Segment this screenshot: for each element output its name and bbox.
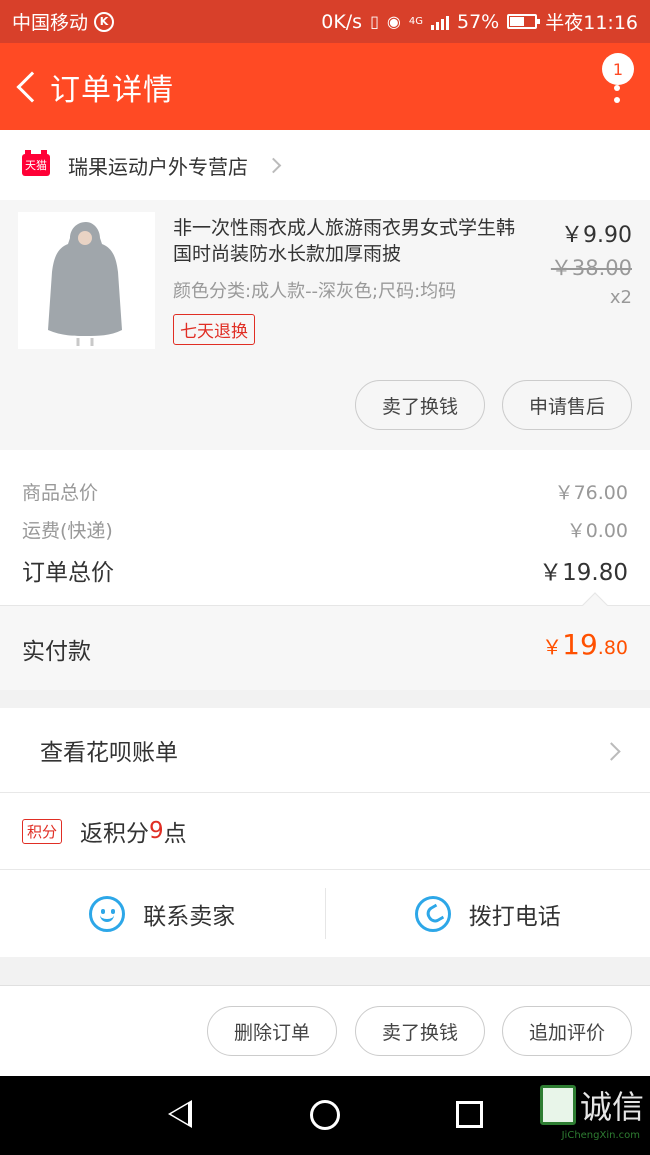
points-row: 积分 返积分 9 点 [0,793,650,870]
watermark-url: JiChengXin.com [561,1130,640,1141]
network-speed: 0K/s [321,10,363,33]
k-icon: K [94,11,115,32]
product-sku: 颜色分类:成人款--深灰色;尺码:均码 [173,281,457,302]
product-title[interactable]: 非一次性雨衣成人旅游雨衣男女式学生韩国时尚装防水长款加厚雨披 [173,215,528,267]
original-price: ￥38.00 [550,256,632,280]
order-item: 非一次性雨衣成人旅游雨衣男女式学生韩国时尚装防水长款加厚雨披 颜色分类:成人款-… [0,200,650,450]
watermark-text: 诚信 [579,1088,644,1126]
summary-row: 商品总价 ￥76.00 [22,478,628,505]
phone-icon [414,895,451,932]
points-prefix: 返积分 [80,821,150,847]
sell-button[interactable]: 卖了换钱 [355,1006,485,1056]
summary-label: 运费(快递) [22,520,113,542]
points-suffix: 点 [163,821,187,847]
after-sales-button[interactable]: 申请售后 [502,380,632,430]
raincoat-image [18,212,155,349]
paid-decimal: .80 [597,637,628,659]
delete-order-button[interactable]: 删除订单 [207,1006,337,1056]
battery-percent: 57% [457,10,500,33]
call-label: 拨打电话 [468,903,561,930]
product-price: ￥9.90 [561,223,632,248]
summary-value: ￥0.00 [566,520,628,542]
page-title: 订单详情 [50,72,174,108]
contact-row: 联系卖家 拨打电话 [0,870,650,957]
contact-seller-label: 联系卖家 [143,903,236,930]
clock: 半夜11:16 [545,12,638,34]
paid-currency: ￥ [542,635,563,659]
vibrate-icon: ▯ [370,12,379,31]
huabei-label: 查看花呗账单 [40,740,178,766]
store-name[interactable]: 瑞果运动户外专营店 [68,151,248,180]
carrier-label: 中国移动 [12,12,89,34]
battery-icon [507,14,541,29]
return-policy-tag: 七天退换 [173,314,255,345]
watermark: 诚信 [539,1082,644,1128]
points-number: 9 [149,818,164,844]
chat-smile-icon [89,895,126,932]
summary-row: 订单总价 ￥19.80 [22,553,628,587]
status-bar: 中国移动 K 0K/s ▯ ◉ 4G 57% 半夜11:16 [0,0,650,43]
paid-label: 实付款 [22,639,91,665]
tmall-icon: 天猫 [22,150,50,176]
summary-row: 运费(快递) ￥0.00 [22,516,628,543]
app-header: 订单详情 1 [0,43,650,130]
action-bar: 删除订单 卖了换钱 追加评价 [0,985,650,1076]
nav-recents-icon[interactable] [456,1101,483,1128]
notification-badge[interactable]: 1 [602,53,634,85]
chevron-right-icon [265,157,282,173]
add-review-button[interactable]: 追加评价 [502,1006,632,1056]
price-summary: 商品总价 ￥76.00 运费(快递) ￥0.00 订单总价 ￥19.80 [0,450,650,605]
watermark-logo-icon [539,1085,576,1125]
nav-home-icon[interactable] [310,1100,340,1130]
points-tag: 积分 [22,818,63,844]
paid-amount-row: 实付款 ￥19.80 [0,592,650,690]
summary-label: 商品总价 [22,482,99,504]
signal-icon [431,14,449,30]
summary-value: ￥19.80 [539,560,628,586]
eye-icon: ◉ [386,12,401,31]
summary-value: ￥76.00 [554,482,628,504]
call-button[interactable]: 拨打电话 [326,870,650,957]
product-quantity: x2 [609,287,632,308]
sell-button[interactable]: 卖了换钱 [355,380,485,430]
network-type: 4G [408,16,423,27]
nav-back-icon[interactable] [168,1100,192,1128]
store-row[interactable]: 天猫 瑞果运动户外专营店 [0,130,650,200]
system-nav-bar: 诚信 JiChengXin.com [0,1076,650,1155]
chevron-right-icon [602,742,621,761]
contact-seller-button[interactable]: 联系卖家 [0,870,325,957]
paid-integer: 19 [562,628,598,661]
product-image[interactable] [18,212,155,349]
huabei-bill-row[interactable]: 查看花呗账单 [0,708,650,793]
paid-amount: ￥19.80 [542,628,628,661]
back-icon[interactable] [0,43,50,130]
summary-label: 订单总价 [22,560,114,586]
